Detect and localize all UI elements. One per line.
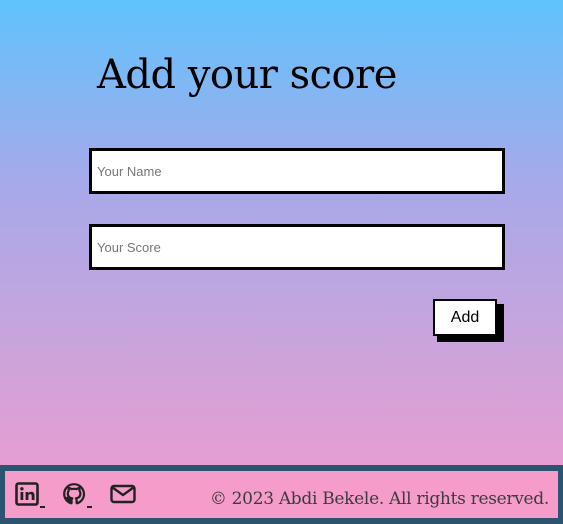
mail-link[interactable] <box>110 482 136 510</box>
github-link[interactable] <box>62 482 92 510</box>
footer: © 2023 Abdi Bekele. All rights reserved. <box>0 465 563 524</box>
mail-icon <box>110 482 136 506</box>
page-title: Add your score <box>97 52 397 98</box>
add-button[interactable]: Add <box>433 299 497 336</box>
linkedin-link[interactable] <box>15 482 45 510</box>
linkedin-icon <box>15 482 39 506</box>
link-underline <box>87 506 92 508</box>
name-input[interactable] <box>89 148 505 194</box>
link-underline <box>40 506 45 508</box>
footer-content: © 2023 Abdi Bekele. All rights reserved. <box>5 471 558 518</box>
copyright-text: © 2023 Abdi Bekele. All rights reserved. <box>209 489 549 509</box>
github-icon <box>62 482 86 506</box>
score-input[interactable] <box>89 224 505 270</box>
